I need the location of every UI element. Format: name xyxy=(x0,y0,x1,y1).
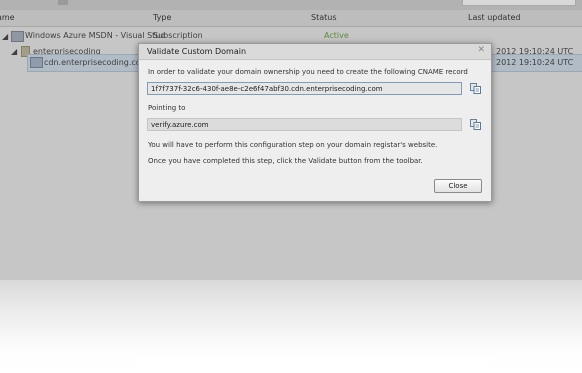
cdn-endpoint-icon xyxy=(30,57,43,68)
dialog-titlebar[interactable]: Validate Custom Domain ✕ xyxy=(139,44,491,60)
subscription-icon xyxy=(11,31,24,42)
grid-header: Name Type Status Last updated xyxy=(0,10,582,27)
validate-custom-domain-dialog: Validate Custom Domain ✕ In order to val… xyxy=(138,43,492,202)
instruction-text: In order to validate your domain ownersh… xyxy=(148,68,468,76)
search-box[interactable] xyxy=(462,0,576,6)
row-status: Active xyxy=(324,31,349,40)
row-last-updated: 2012 19:10:24 UTC xyxy=(496,58,574,67)
close-icon[interactable]: ✕ xyxy=(477,45,485,55)
copy-icon[interactable] xyxy=(470,83,481,94)
dialog-reflection xyxy=(138,357,490,373)
registrar-note: You will have to perform this configurat… xyxy=(148,141,438,149)
table-row[interactable]: ◢ Windows Azure MSDN - Visual Stud Subsc… xyxy=(0,27,582,44)
row-type: Subscription xyxy=(153,31,203,40)
column-header-type[interactable]: Type xyxy=(153,13,171,22)
cname-record-field[interactable] xyxy=(147,82,462,95)
validate-note: Once you have completed this step, click… xyxy=(148,157,423,165)
close-button[interactable]: Close xyxy=(434,179,482,193)
toolbar-tab xyxy=(58,0,68,5)
column-header-name[interactable]: Name xyxy=(0,13,15,22)
row-name: cdn.enterprisecoding.com xyxy=(44,58,149,67)
dialog-title: Validate Custom Domain xyxy=(147,47,247,56)
top-toolbar-strip xyxy=(0,0,582,10)
column-header-status[interactable]: Status xyxy=(311,13,337,22)
pointing-to-field[interactable] xyxy=(147,118,462,131)
collapse-arrow-icon[interactable]: ◢ xyxy=(2,32,8,41)
pointing-to-label: Pointing to xyxy=(148,104,186,112)
row-name: Windows Azure MSDN - Visual Stud xyxy=(25,31,166,40)
copy-icon[interactable] xyxy=(470,119,481,130)
column-header-last-updated[interactable]: Last updated xyxy=(468,13,520,22)
